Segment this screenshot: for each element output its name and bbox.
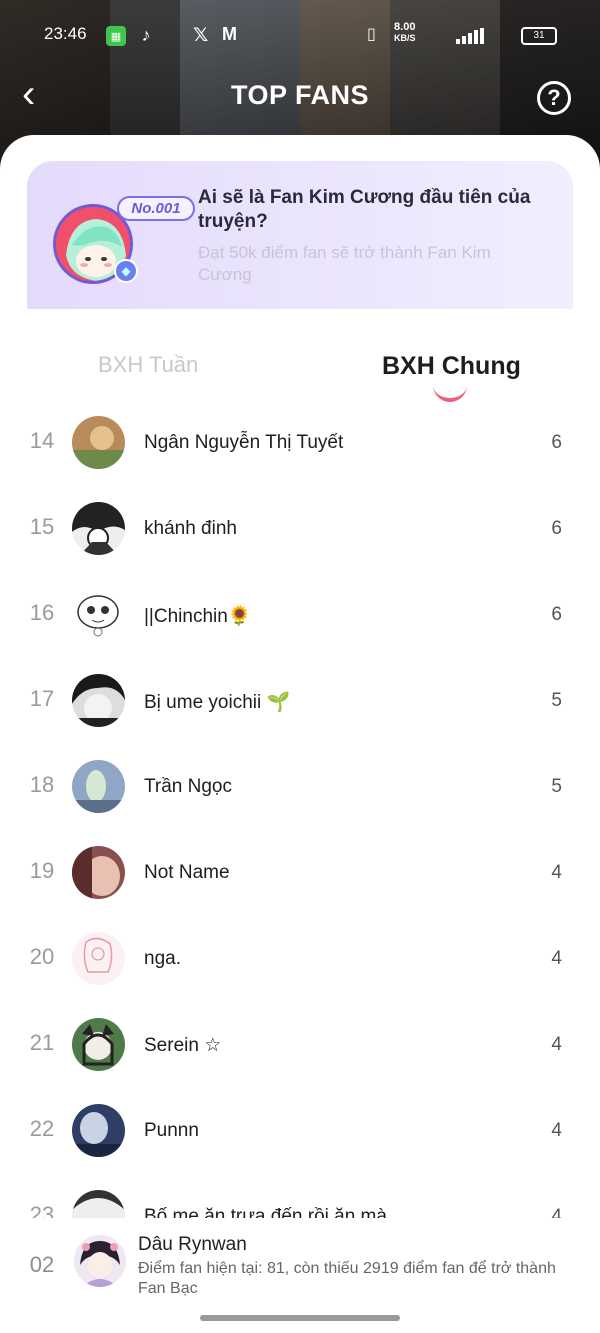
my-rank-number: 02: [29, 1252, 55, 1277]
leaderboard-list[interactable]: 14 Ngân Nguyễn Thị Tuyết 6 15 khánh đinh…: [0, 400, 600, 1218]
fan-score: 4: [551, 1206, 562, 1218]
tiktok-icon: ♪: [141, 24, 151, 45]
list-item[interactable]: 19 Not Name 4: [0, 830, 600, 916]
fan-name: Serein ☆: [144, 1035, 222, 1056]
rank-tag: No.001: [117, 196, 195, 221]
app-notification-icon: ▦: [106, 26, 126, 46]
status-time: 23:46: [44, 24, 87, 43]
diamond-icon: ◆: [114, 259, 138, 283]
my-avatar: [74, 1235, 126, 1287]
network-speed: 8.00 KB/S: [394, 21, 416, 44]
fan-name: Punnn: [144, 1120, 199, 1141]
rank-number: 19: [29, 858, 55, 883]
fan-name: ||Chinchin🌻: [144, 606, 252, 627]
rank-number: 16: [29, 600, 55, 625]
fan-name: Not Name: [144, 862, 230, 883]
fan-name: Ngân Nguyễn Thị Tuyết: [144, 432, 344, 453]
rank-number: 17: [29, 686, 55, 711]
x-app-icon: 𝕏: [193, 25, 209, 46]
fan-name: nga.: [144, 948, 181, 969]
fan-name: Bị ume yoichii 🌱: [144, 692, 291, 713]
fan-score: 5: [551, 776, 562, 797]
home-indicator[interactable]: [200, 1315, 400, 1321]
list-item[interactable]: 14 Ngân Nguyễn Thị Tuyết 6: [0, 400, 600, 486]
fan-score: 6: [551, 432, 562, 453]
fan-name: Trần Ngọc: [144, 776, 232, 797]
avatar: [72, 674, 125, 727]
list-item[interactable]: 21 Serein ☆ 4: [0, 1002, 600, 1088]
fan-name: khánh đinh: [144, 518, 237, 539]
list-item[interactable]: 23 Bố mẹ ăn trưa đến rồi ăn mà... 4: [0, 1174, 600, 1218]
my-progress-text: Điểm fan hiện tại: 81, còn thiếu 2919 đi…: [138, 1260, 556, 1297]
battery-icon: 31: [521, 27, 557, 45]
avatar: [72, 932, 125, 985]
vibrate-icon: ▯: [367, 26, 376, 43]
list-item[interactable]: 18 Trần Ngọc 5: [0, 744, 600, 830]
signal-icon: [456, 28, 484, 44]
list-item[interactable]: 17 Bị ume yoichii 🌱 5: [0, 658, 600, 744]
tab-weekly[interactable]: BXH Tuần: [98, 352, 198, 378]
list-item[interactable]: 15 khánh đinh 6: [0, 486, 600, 572]
fan-score: 4: [551, 1034, 562, 1055]
status-bar: 23:46 ▦ ♪ 𝕏 M ▯ 8.00 KB/S 31: [0, 18, 600, 54]
fan-score: 4: [551, 862, 562, 883]
list-item[interactable]: 20 nga. 4: [0, 916, 600, 1002]
fan-score: 6: [551, 604, 562, 625]
page-title: TOP FANS: [230, 80, 370, 110]
avatar: [72, 588, 125, 641]
fan-score: 4: [551, 948, 562, 969]
rank-number: 23: [29, 1202, 55, 1218]
fan-score: 4: [551, 1120, 562, 1141]
fan-score: 6: [551, 518, 562, 539]
rank-number: 15: [29, 514, 55, 539]
banner-title: Ai sẽ là Fan Kim Cương đầu tiên của truy…: [198, 187, 531, 232]
my-name: Dâu Rynwan: [138, 1234, 247, 1255]
avatar: [72, 1018, 125, 1071]
tab-overall[interactable]: BXH Chung: [382, 352, 521, 381]
mail-app-icon: M: [222, 24, 237, 44]
banner-subtitle: Đạt 50k điểm fan sẽ trở thành Fan Kim Cư…: [198, 243, 491, 284]
list-item[interactable]: 16 ||Chinchin🌻 6: [0, 572, 600, 658]
avatar: [72, 1190, 125, 1218]
list-item[interactable]: 22 Punnn 4: [0, 1088, 600, 1174]
avatar: [72, 760, 125, 813]
avatar: [72, 846, 125, 899]
rank-number: 22: [29, 1116, 55, 1141]
help-icon[interactable]: ?: [537, 81, 571, 115]
avatar: [72, 1104, 125, 1157]
fan-name: Bố mẹ ăn trưa đến rồi ăn mà...: [144, 1206, 403, 1218]
rank-number: 20: [29, 944, 55, 969]
rank-number: 18: [29, 772, 55, 797]
avatar: [72, 502, 125, 555]
rank-number: 21: [29, 1030, 55, 1055]
rank-number: 14: [29, 428, 55, 453]
fan-score: 5: [551, 690, 562, 711]
avatar: [72, 416, 125, 469]
